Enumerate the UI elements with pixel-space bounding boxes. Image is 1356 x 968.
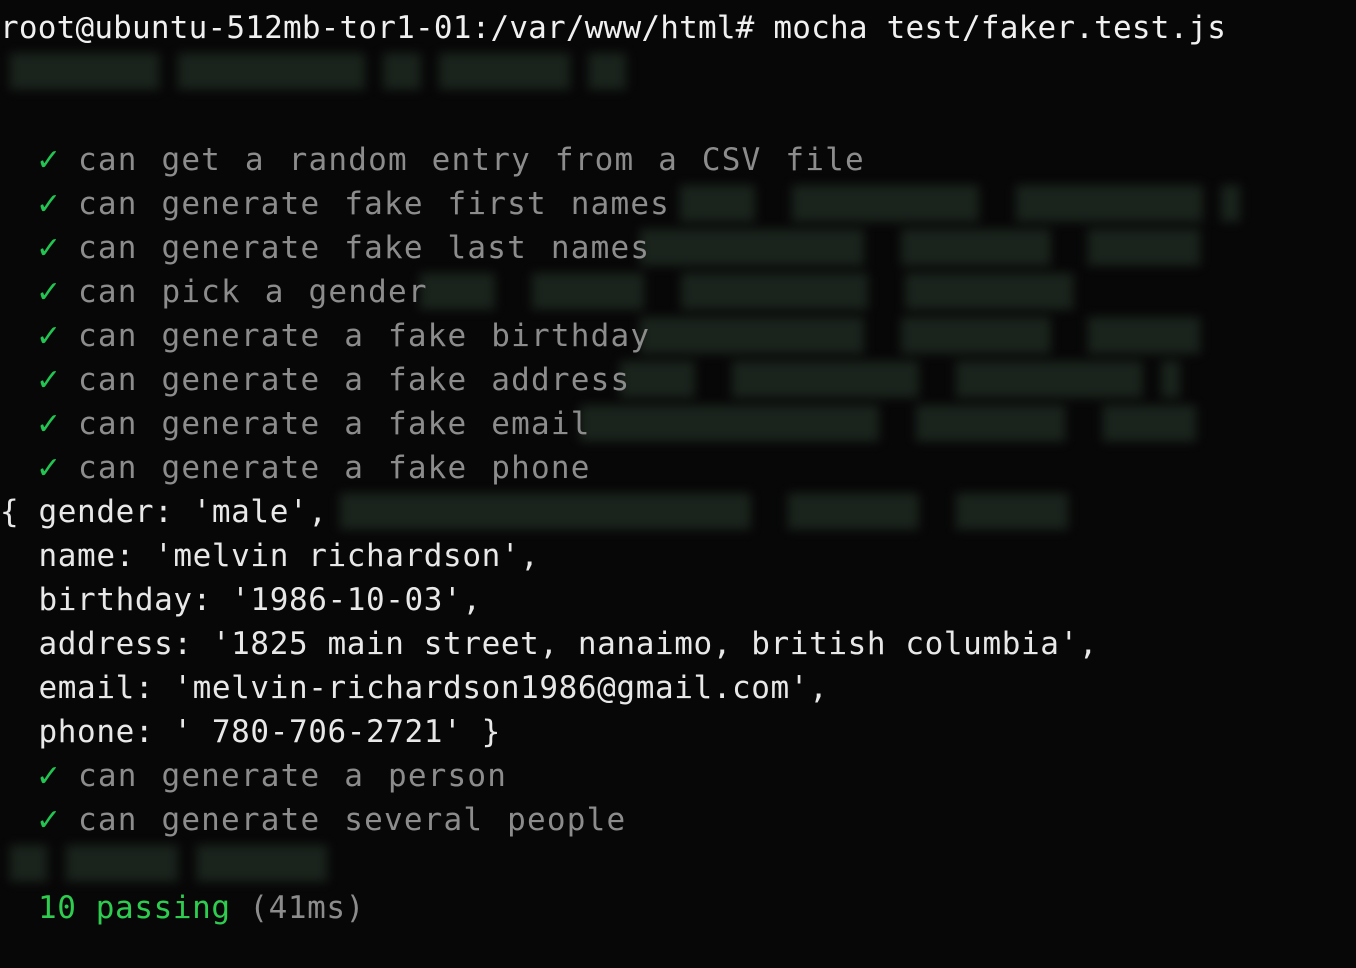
- test-result-line: ✓ can generate a fake email: [36, 402, 591, 446]
- object-output-line: phone: ' 780-706-2721' }: [0, 714, 501, 750]
- test-result-line: ✓ can generate a person: [36, 754, 507, 798]
- check-icon: ✓: [36, 275, 62, 310]
- check-icon: ✓: [36, 187, 62, 222]
- test-result-line: ✓ can generate fake first names: [36, 182, 670, 226]
- object-output-line: address: '1825 main street, nanaimo, bri…: [0, 626, 1099, 662]
- test-title: can generate a person: [78, 758, 508, 794]
- test-summary: 10 passing (41ms): [38, 886, 365, 930]
- test-title: can pick a gender: [78, 274, 428, 310]
- terminal-output: root@ubuntu-512mb-tor1-01:/var/www/html#…: [0, 0, 1356, 968]
- test-title: can get a random entry from a CSV file: [78, 142, 865, 178]
- shell-prompt: root@ubuntu-512mb-tor1-01:/var/www/html#: [0, 10, 755, 46]
- check-icon: ✓: [36, 407, 62, 442]
- test-result-line: ✓ can generate several people: [36, 798, 626, 842]
- object-output-line: email: 'melvin-richardson1986@gmail.com'…: [0, 670, 829, 706]
- check-icon: ✓: [36, 759, 62, 794]
- check-icon: ✓: [36, 231, 62, 266]
- test-result-line: ✓ can get a random entry from a CSV file: [36, 138, 865, 182]
- check-icon: ✓: [36, 143, 62, 178]
- test-title: can generate several people: [78, 802, 627, 838]
- test-title: can generate fake last names: [78, 230, 651, 266]
- test-result-line: ✓ can generate fake last names: [36, 226, 650, 270]
- test-result-line: ✓ can generate a fake birthday: [36, 314, 650, 358]
- object-output-line: { gender: 'male',: [0, 494, 328, 530]
- test-result-line: ✓ can generate a fake address: [36, 358, 630, 402]
- object-output-line: birthday: '1986-10-03',: [0, 582, 482, 618]
- check-icon: ✓: [36, 363, 62, 398]
- terminal-window[interactable]: ████████ ██████████ ██ ███████ ██ ████ █…: [0, 0, 1356, 968]
- test-result-line: ✓ can pick a gender: [36, 270, 428, 314]
- check-icon: ✓: [36, 451, 62, 486]
- prompt-line: root@ubuntu-512mb-tor1-01:/var/www/html#…: [0, 6, 1226, 50]
- check-icon: ✓: [36, 319, 62, 354]
- test-result-line: ✓ can generate a fake phone: [36, 446, 591, 490]
- test-title: can generate a fake email: [78, 406, 591, 442]
- test-title: can generate a fake birthday: [78, 318, 651, 354]
- test-title: can generate a fake address: [78, 362, 631, 398]
- test-title: can generate fake first names: [78, 186, 671, 222]
- passing-count: 10 passing: [38, 890, 231, 926]
- command-text: mocha test/faker.test.js: [773, 10, 1227, 46]
- check-icon: ✓: [36, 803, 62, 838]
- test-title: can generate a fake phone: [78, 450, 591, 486]
- test-duration: (41ms): [249, 890, 365, 926]
- object-output-line: name: 'melvin richardson',: [0, 538, 540, 574]
